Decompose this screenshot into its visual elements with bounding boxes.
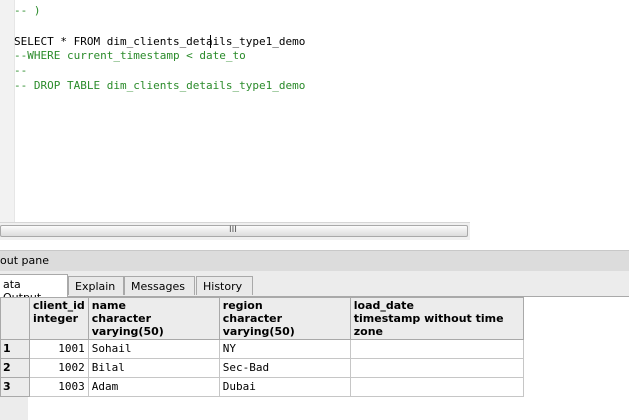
cell-name[interactable]: Adam xyxy=(87,377,220,397)
table-row[interactable]: 2 1002 Bilal Sec-Bad xyxy=(0,358,524,378)
editor-line-1: -- ) xyxy=(14,4,41,17)
grid-header-row: client_id integer name character varying… xyxy=(0,297,524,340)
row-number[interactable]: 1 xyxy=(0,339,30,359)
column-header-region[interactable]: region character varying(50) xyxy=(218,297,351,340)
cell-region[interactable]: Dubai xyxy=(218,377,351,397)
tab-data-output[interactable]: ata Output xyxy=(0,274,68,304)
tab-messages-label: Messages xyxy=(131,280,185,293)
column-type: timestamp without time zone xyxy=(353,312,504,338)
scrollbar-grip-icon: III xyxy=(229,225,237,235)
cell-name[interactable]: Sohail xyxy=(87,339,220,359)
cell-load-date[interactable] xyxy=(349,339,524,359)
column-header-name[interactable]: name character varying(50) xyxy=(87,297,220,340)
table-row[interactable]: 3 1003 Adam Dubai xyxy=(0,377,524,397)
text-caret xyxy=(210,35,211,48)
tab-explain-label: Explain xyxy=(75,280,116,293)
cell-client-id[interactable]: 1003 xyxy=(29,377,89,397)
editor-line-6: -- DROP TABLE dim_clients_details_type1_… xyxy=(14,79,306,92)
table-row[interactable]: 1 1001 Sohail NY xyxy=(0,339,524,359)
editor-line-5: -- xyxy=(14,64,28,77)
output-pane-title-bar: out pane xyxy=(0,250,629,272)
row-number[interactable]: 3 xyxy=(0,377,30,397)
editor-gutter xyxy=(0,0,15,222)
column-type: character varying(50) xyxy=(91,312,164,338)
cell-name[interactable]: Bilal xyxy=(87,358,220,378)
editor-line-3: SELECT * FROM dim_clients_details_type1_… xyxy=(14,35,306,48)
output-tab-bar: ata Output Explain Messages History xyxy=(0,271,629,304)
editor-horizontal-scrollbar[interactable]: III xyxy=(0,222,470,241)
scrollbar-corner xyxy=(470,222,629,239)
column-name: name xyxy=(91,299,126,312)
column-name: region xyxy=(222,299,263,312)
output-pane-title: out pane xyxy=(0,254,49,267)
pane-splitter[interactable] xyxy=(0,240,629,250)
data-output-grid[interactable]: client_id integer name character varying… xyxy=(0,297,524,397)
column-type: integer xyxy=(33,312,79,325)
column-name: load_date xyxy=(353,299,414,312)
grid-corner-cell[interactable] xyxy=(0,297,30,340)
column-name: client_id xyxy=(33,299,85,312)
editor-line-4: --WHERE current_timestamp < date_to xyxy=(14,49,246,62)
cell-client-id[interactable]: 1002 xyxy=(29,358,89,378)
scrollbar-thumb[interactable]: III xyxy=(0,225,468,237)
cell-client-id[interactable]: 1001 xyxy=(29,339,89,359)
tab-messages[interactable]: Messages xyxy=(124,276,195,295)
tab-history-label: History xyxy=(203,280,243,293)
column-type: character varying(50) xyxy=(222,312,295,338)
cell-region[interactable]: Sec-Bad xyxy=(218,358,351,378)
tab-explain[interactable]: Explain xyxy=(68,276,124,295)
row-number[interactable]: 2 xyxy=(0,358,30,378)
sql-editor[interactable]: -- ) SELECT * FROM dim_clients_details_t… xyxy=(0,0,629,222)
tab-history[interactable]: History xyxy=(196,276,253,295)
cell-region[interactable]: NY xyxy=(218,339,351,359)
column-header-load-date[interactable]: load_date timestamp without time zone xyxy=(349,297,524,340)
cell-load-date[interactable] xyxy=(349,377,524,397)
column-header-client-id[interactable]: client_id integer xyxy=(29,297,89,340)
cell-load-date[interactable] xyxy=(349,358,524,378)
